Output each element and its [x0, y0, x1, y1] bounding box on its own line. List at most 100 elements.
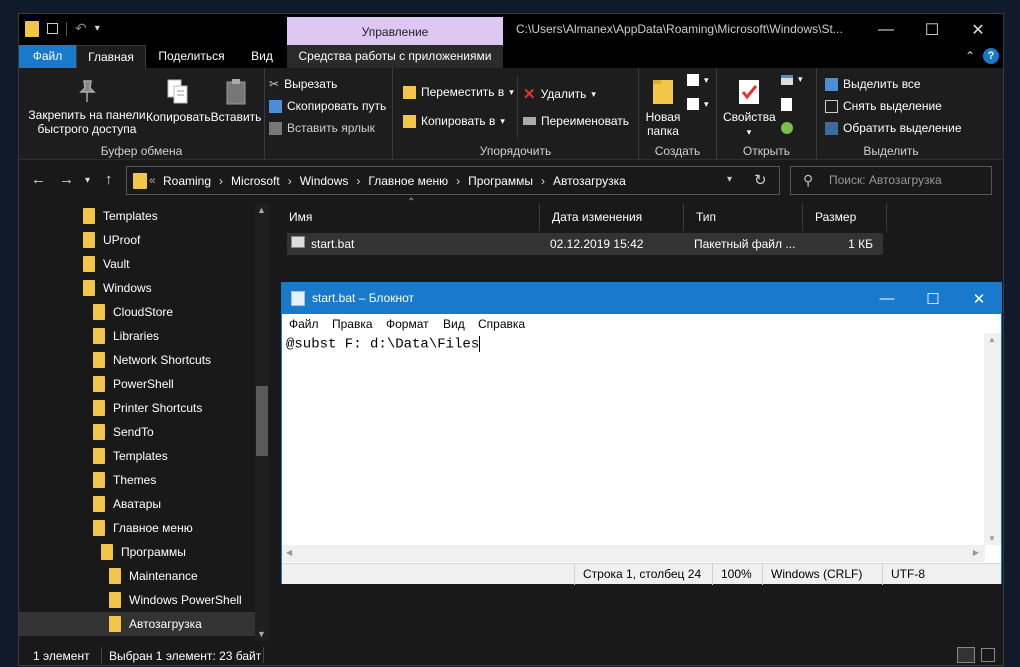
tree-item[interactable]: CloudStore	[93, 300, 173, 324]
invert-selection-button[interactable]: Обратить выделение	[825, 121, 962, 135]
tree-scrollbar[interactable]: ▲ ▼	[255, 203, 269, 641]
tree-item[interactable]: Maintenance	[109, 564, 198, 588]
copy-button[interactable]: Копировать	[146, 78, 211, 124]
help-icon[interactable]: ?	[983, 48, 999, 64]
address-dropdown-icon[interactable]: ▾	[727, 174, 732, 185]
properties-button[interactable]: Свойства ▾	[723, 78, 776, 139]
refresh-icon[interactable]: ↻	[754, 171, 767, 189]
tree-item[interactable]: Программы	[101, 540, 186, 564]
address-bar[interactable]: « Roaming › Microsoft › Windows › Главное м…	[126, 166, 780, 195]
minimize-button[interactable]: —	[863, 14, 909, 45]
easy-access-button[interactable]: ▾	[687, 98, 709, 110]
copy-path-button[interactable]: Скопировать путь	[269, 99, 386, 113]
cut-label: Вырезать	[284, 77, 338, 91]
table-row[interactable]: start.bat 02.12.2019 15:42 Пакетный файл…	[287, 233, 883, 255]
tree-item[interactable]: Printer Shortcuts	[93, 396, 202, 420]
notepad-maximize-button[interactable]: ☐	[910, 283, 956, 314]
new-item-button[interactable]: ▾	[687, 74, 709, 86]
tab-app-tools[interactable]: Средства работы с приложениями	[287, 45, 503, 68]
quick-access-toolbar: ↶ ▾	[25, 20, 100, 37]
column-date[interactable]: Дата изменения	[540, 203, 684, 231]
menu-file[interactable]: Файл	[289, 317, 319, 331]
undo-icon[interactable]: ↶	[75, 20, 87, 37]
paste-button[interactable]: Вставить	[210, 78, 262, 124]
scroll-right-icon[interactable]: ▶	[973, 548, 979, 557]
notepad-minimize-button[interactable]: —	[864, 283, 910, 314]
tree-item[interactable]: Vault	[83, 252, 129, 276]
menu-edit[interactable]: Правка	[332, 317, 373, 331]
history-button[interactable]	[781, 122, 793, 134]
tree-item[interactable]: Templates	[93, 444, 168, 468]
menu-view[interactable]: Вид	[443, 317, 465, 331]
tab-manage-context[interactable]: Управление	[287, 17, 503, 45]
qat-dropdown-icon[interactable]: ▾	[95, 23, 100, 34]
recent-dropdown-icon[interactable]: ▾	[85, 175, 90, 186]
tree-item[interactable]: SendTo	[93, 420, 154, 444]
tree-item[interactable]: Themes	[93, 468, 156, 492]
menu-format[interactable]: Формат	[386, 317, 429, 331]
tab-share[interactable]: Поделиться	[146, 45, 237, 68]
copy-to-button[interactable]: Копировать в ▾	[403, 114, 505, 128]
checkbox-icon[interactable]	[47, 23, 58, 34]
breadcrumb-item[interactable]: Программы	[468, 174, 533, 188]
scroll-up-icon[interactable]: ▲	[257, 205, 266, 215]
tree-item[interactable]: PowerShell	[93, 372, 174, 396]
open-button[interactable]: ▾	[781, 74, 803, 85]
maximize-button[interactable]: ☐	[909, 14, 955, 45]
paste-icon	[226, 79, 246, 105]
tree-item[interactable]: UProof	[83, 228, 140, 252]
details-view-icon[interactable]	[957, 647, 975, 663]
scroll-left-icon[interactable]: ◀	[286, 548, 292, 557]
tab-file[interactable]: Файл	[19, 45, 76, 68]
tree-item[interactable]: Libraries	[93, 324, 159, 348]
move-to-button[interactable]: Переместить в ▾	[403, 85, 514, 99]
tree-item[interactable]: Templates	[83, 204, 158, 228]
collapse-ribbon-icon[interactable]: ⌃	[965, 49, 975, 63]
folder-icon	[93, 304, 105, 320]
rename-button[interactable]: Переименовать	[523, 114, 629, 128]
tree-item[interactable]: Windows PowerShell	[109, 588, 242, 612]
breadcrumb-item[interactable]: Автозагрузка	[553, 174, 626, 188]
tree-item-label: Themes	[113, 473, 157, 487]
pin-button[interactable]: Закрепить на панели быстрого доступа	[25, 78, 149, 136]
back-arrow-icon[interactable]: ←	[31, 171, 46, 188]
select-all-button[interactable]: Выделить все	[825, 77, 921, 91]
forward-arrow-icon[interactable]: →	[59, 171, 74, 188]
column-type[interactable]: Тип	[684, 203, 803, 231]
scroll-down-icon[interactable]: ▼	[988, 534, 996, 543]
edit-button[interactable]	[781, 98, 792, 111]
breadcrumb-item[interactable]: Roaming	[163, 174, 211, 188]
scrollbar-thumb[interactable]	[256, 386, 268, 456]
tree-item[interactable]: Windows	[83, 276, 152, 300]
tree-item[interactable]: Автозагрузка	[19, 612, 255, 636]
tree-item-label: Printer Shortcuts	[113, 401, 203, 415]
paste-shortcut-button[interactable]: Вставить ярлык	[269, 121, 375, 135]
scroll-down-icon[interactable]: ▼	[257, 629, 266, 639]
tab-home[interactable]: Главная	[76, 45, 146, 68]
select-none-button[interactable]: Снять выделение	[825, 99, 942, 113]
up-arrow-icon[interactable]: ↑	[105, 171, 113, 188]
column-size[interactable]: Размер	[803, 203, 887, 231]
menu-help[interactable]: Справка	[478, 317, 525, 331]
notepad-close-button[interactable]: ✕	[956, 283, 1002, 314]
column-name[interactable]: Имя	[277, 203, 540, 231]
notepad-horizontal-scrollbar[interactable]: ◀ ▶	[282, 545, 985, 562]
breadcrumb-item[interactable]: Windows	[300, 174, 349, 188]
tree-item[interactable]: Главное меню	[93, 516, 193, 540]
notepad-vertical-scrollbar[interactable]: ▲ ▼	[984, 333, 1001, 545]
breadcrumb-item[interactable]: Microsoft	[231, 174, 280, 188]
breadcrumb-item[interactable]: Главное меню	[368, 174, 448, 188]
scroll-up-icon[interactable]: ▲	[988, 335, 996, 344]
notepad-text-area[interactable]: @subst F: d:\Data\Files	[282, 333, 985, 543]
tab-view[interactable]: Вид	[237, 45, 287, 68]
large-icons-view-icon[interactable]	[981, 648, 995, 662]
overflow-chevron-icon[interactable]: «	[149, 173, 156, 187]
new-folder-button[interactable]: Новая папка	[643, 78, 683, 138]
close-button[interactable]: ✕	[955, 14, 1001, 45]
delete-button[interactable]: ✕ Удалить ▾	[523, 85, 596, 103]
tree-item[interactable]: Аватары	[93, 492, 161, 516]
create-group: Новая папка ▾ ▾ Создать	[639, 68, 717, 160]
tree-item[interactable]: Network Shortcuts	[93, 348, 211, 372]
search-input[interactable]: ⚲ Поиск: Автозагрузка	[790, 166, 992, 195]
cut-button[interactable]: ✂ Вырезать	[269, 77, 337, 91]
